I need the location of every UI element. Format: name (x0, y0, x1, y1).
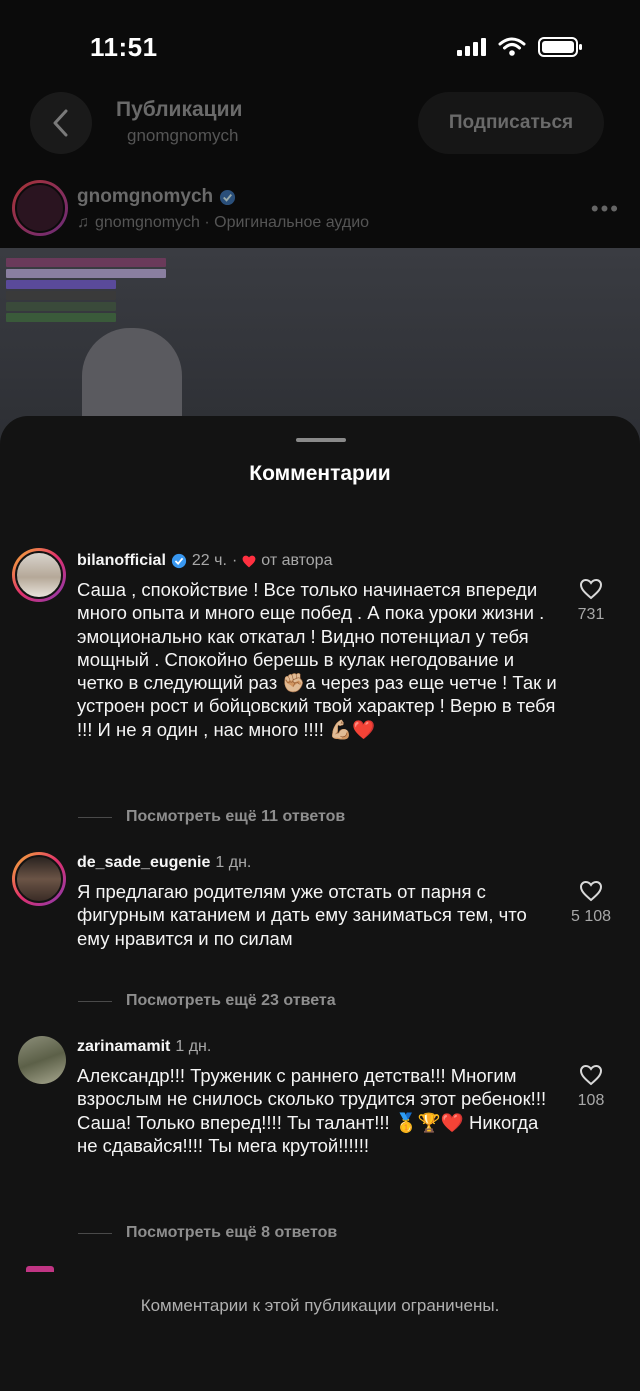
like-count: 108 (577, 1092, 605, 1109)
post-author-avatar[interactable] (12, 180, 68, 236)
next-comment-avatar-peek (26, 1266, 54, 1272)
comment-meta: de_sade_eugenie 1 дн. (77, 854, 251, 872)
heart-outline-icon (579, 1064, 603, 1086)
like-count: 5 108 (570, 908, 612, 925)
heart-outline-icon (579, 880, 603, 902)
commenter-avatar[interactable] (12, 852, 66, 906)
verified-icon (220, 189, 236, 205)
comment-username[interactable]: de_sade_eugenie (77, 854, 210, 872)
like-button[interactable]: 731 (566, 578, 616, 624)
subscribe-button[interactable]: Подписаться (418, 92, 604, 154)
comment-meta: bilanofficial 22 ч. · от автора (77, 552, 332, 570)
battery-icon (538, 37, 582, 57)
view-replies-button[interactable]: Посмотреть ещё 11 ответов (78, 808, 345, 826)
scoreboard-overlay (6, 258, 176, 334)
page-title: Публикации (116, 98, 243, 121)
drag-handle[interactable] (296, 438, 346, 442)
like-button[interactable]: 108 (566, 1064, 616, 1110)
view-replies-button[interactable]: Посмотреть ещё 8 ответов (78, 1224, 337, 1242)
comment-meta: zarinamamit 1 дн. (77, 1038, 211, 1056)
replies-divider (78, 1232, 112, 1234)
replies-divider (78, 1000, 112, 1002)
post-author[interactable]: gnomgnomych (77, 186, 236, 208)
comment-username[interactable]: bilanofficial (77, 552, 166, 570)
separator-dot: · (231, 552, 238, 569)
cellular-signal-icon (457, 38, 486, 56)
like-button[interactable]: 5 108 (566, 880, 616, 926)
status-bar: 11:51 (0, 0, 640, 90)
view-replies-button[interactable]: Посмотреть ещё 23 ответа (78, 992, 336, 1010)
author-like-label: от автора (261, 552, 333, 569)
commenter-avatar[interactable] (18, 1036, 66, 1084)
wifi-icon (498, 37, 526, 56)
page-subtitle: gnomgnomych (127, 126, 239, 145)
music-note-icon: ♫ (77, 214, 89, 231)
commenter-avatar[interactable] (12, 548, 66, 602)
view-replies-label: Посмотреть ещё 23 ответа (126, 992, 336, 1009)
comment-time: 1 дн. (215, 854, 252, 871)
comment-text: Александр!!! Труженик с раннего детства!… (77, 1065, 547, 1156)
heart-filled-icon (242, 555, 256, 567)
comments-restricted-notice: Комментарии к этой публикации ограничены… (140, 1296, 500, 1315)
comments-restricted-bar: Комментарии к этой публикации ограничены… (0, 1266, 640, 1391)
post-audio-label: gnomgnomych · Оригинальное аудио (95, 214, 370, 231)
view-replies-label: Посмотреть ещё 8 ответов (126, 1224, 338, 1241)
view-replies-label: Посмотреть ещё 11 ответов (126, 808, 346, 825)
comment-username[interactable]: zarinamamit (77, 1038, 170, 1056)
status-time: 11:51 (90, 32, 158, 62)
post-audio[interactable]: ♫ gnomgnomych · Оригинальное аудио (77, 214, 369, 232)
chevron-left-icon (53, 109, 68, 137)
like-count: 731 (577, 606, 605, 623)
status-icons (456, 36, 584, 58)
post-username: gnomgnomych (77, 186, 214, 207)
comment-text: Саша , спокойствие ! Все только начинает… (77, 579, 557, 740)
back-button[interactable] (30, 92, 92, 154)
comment-time: 22 ч. (191, 552, 227, 569)
heart-outline-icon (579, 578, 603, 600)
replies-divider (78, 816, 112, 818)
comments-sheet: Комментарии bilanofficial 22 ч. · от авт… (0, 416, 640, 1391)
verified-icon (171, 553, 187, 569)
more-options-icon[interactable]: ••• (591, 196, 620, 222)
comment-time: 1 дн. (175, 1038, 212, 1055)
sheet-title: Комментарии (249, 462, 391, 485)
comment-text: Я предлагаю родителям уже отстать от пар… (77, 881, 527, 949)
